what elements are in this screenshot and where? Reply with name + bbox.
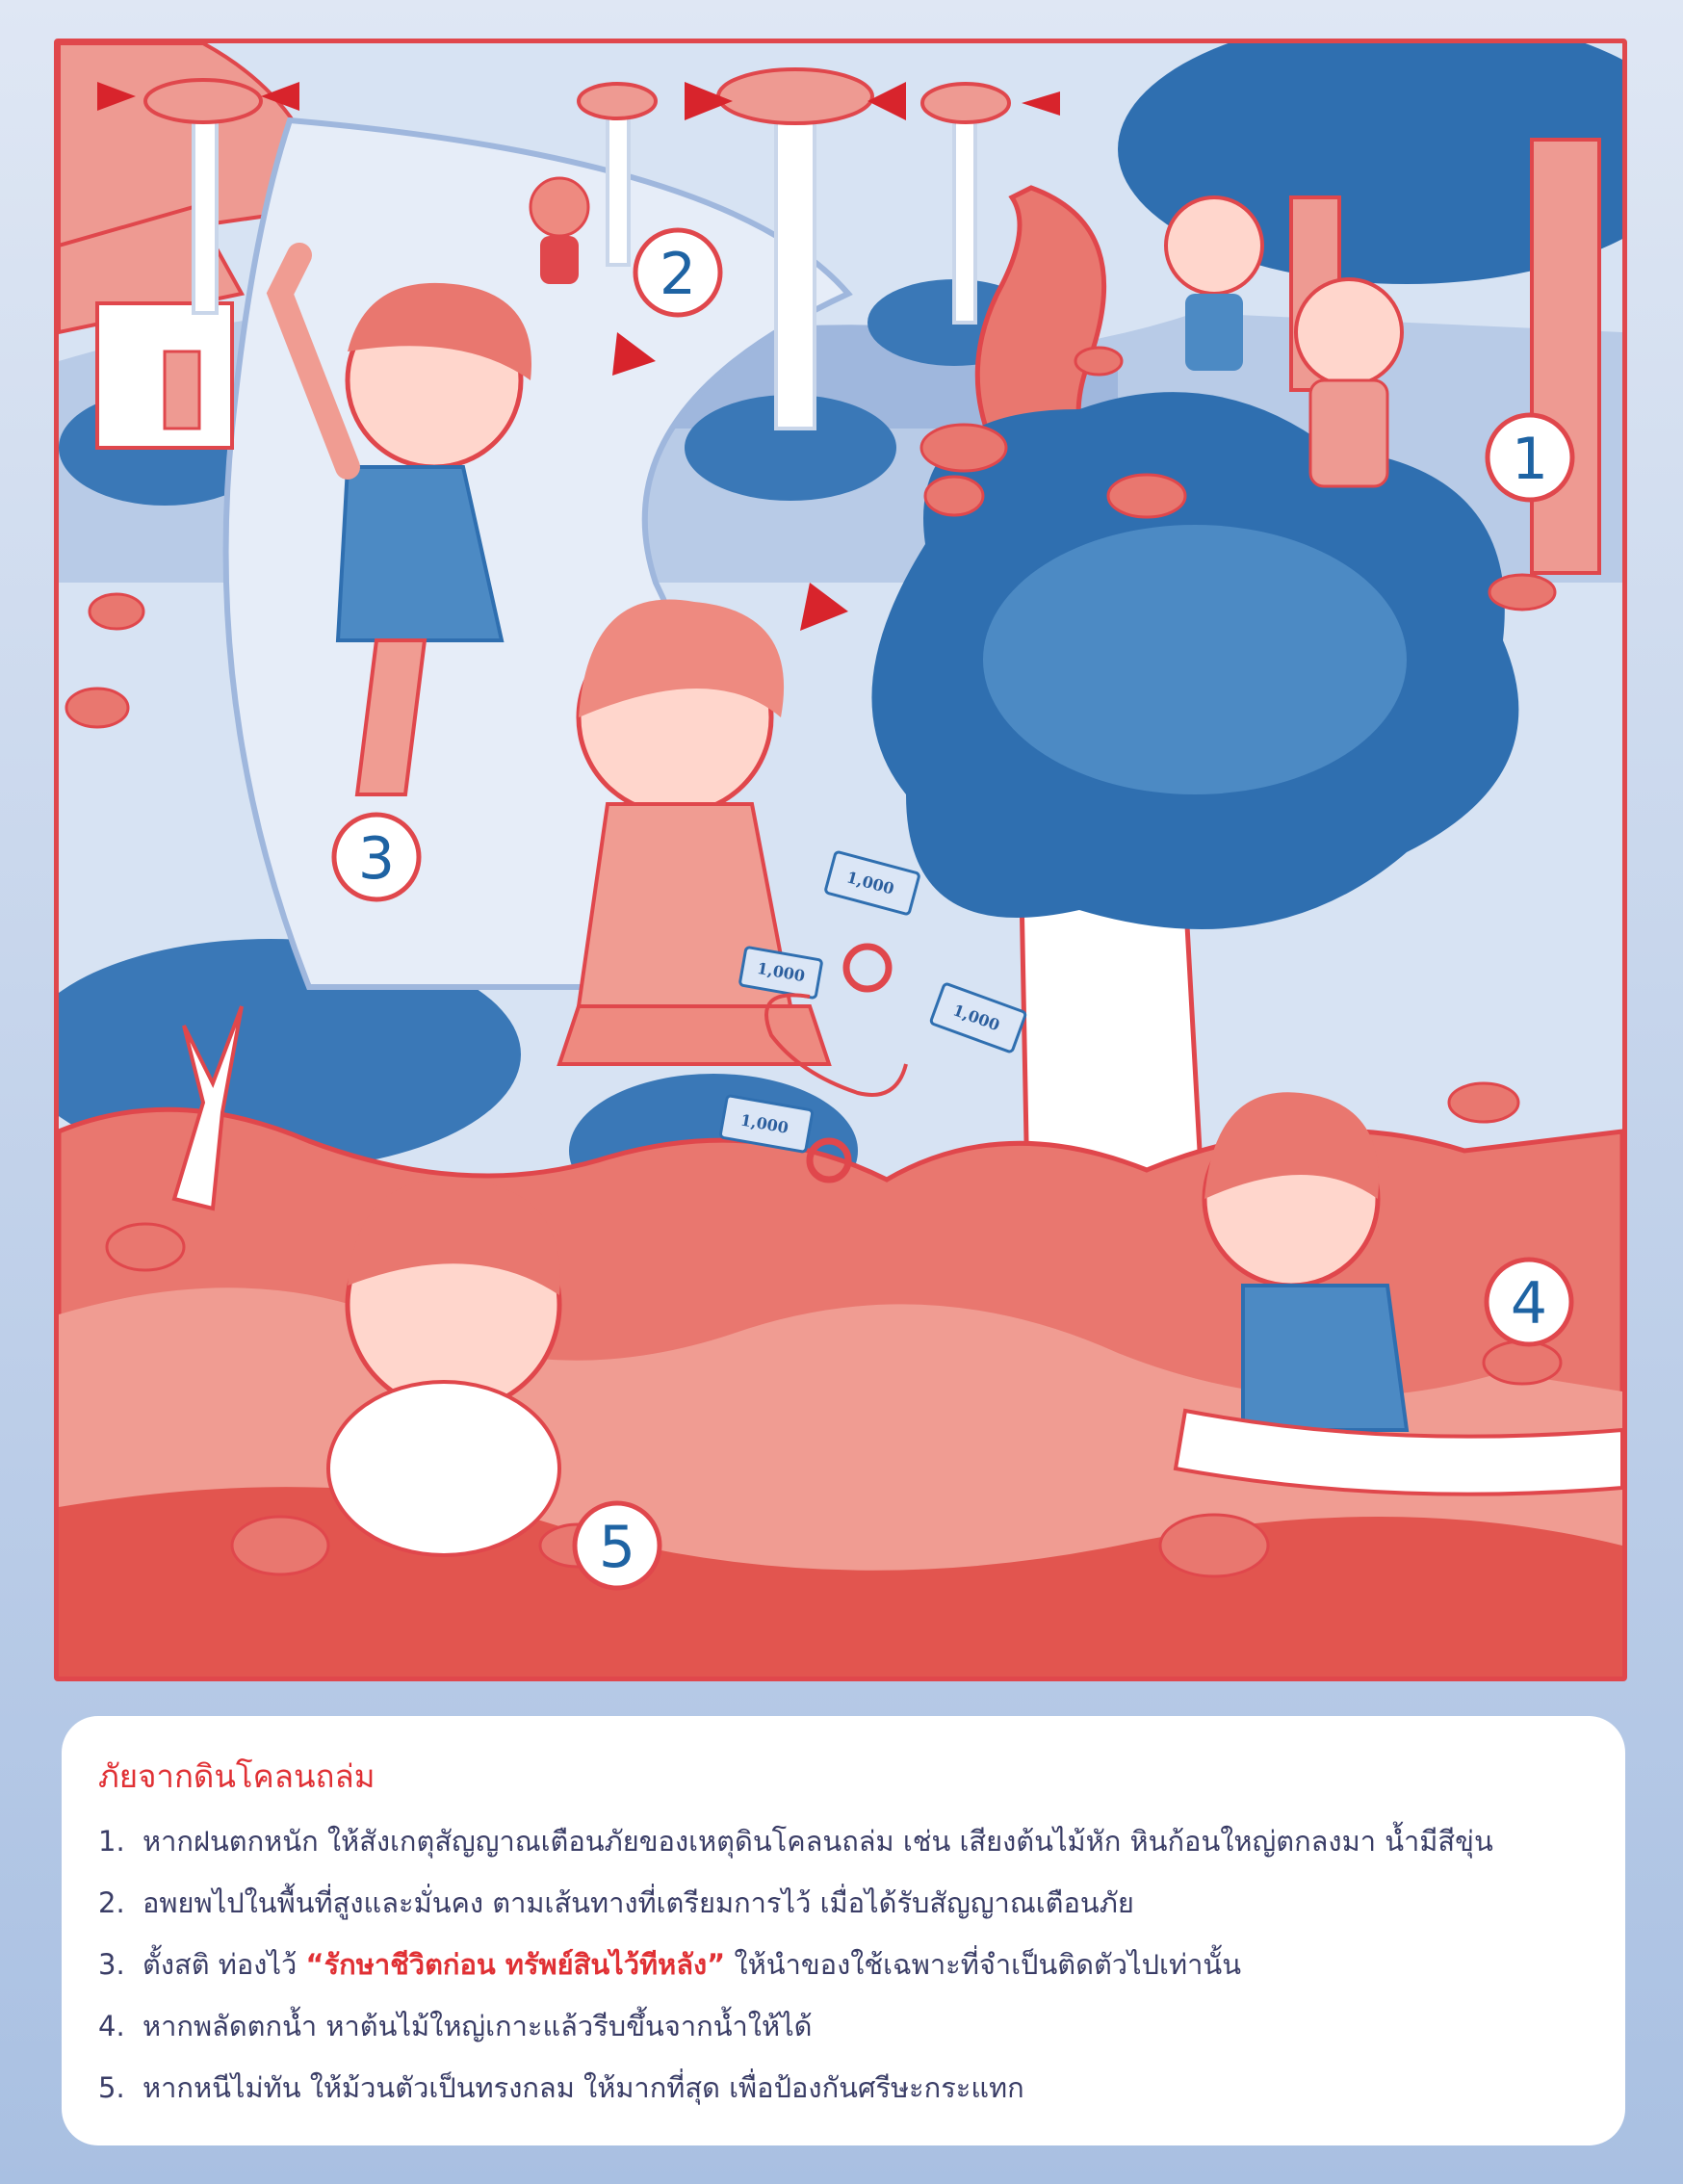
marker-5-label: 5 [599, 1514, 635, 1581]
tip-number: 3. [98, 1948, 125, 1981]
marker-3-label: 3 [358, 825, 395, 893]
marker-3: 3 [331, 812, 422, 902]
tip-number: 1. [98, 1825, 125, 1858]
tip-text: หากฝนตกหนัก ให้สังเกตุสัญญาณเตือนภัยของเ… [142, 1825, 1493, 1858]
tip-item: 4. หากพลัดตกน้ำ หาต้นไม้ใหญ่เกาะแล้วรีบข… [98, 2004, 1589, 2048]
marker-2: 2 [633, 227, 723, 318]
panel-title: ภัยจากดินโคลนถล่ม [98, 1757, 375, 1795]
marker-1: 1 [1485, 412, 1575, 503]
tip-item: 1. หากฝนตกหนัก ให้สังเกตุสัญญาณเตือนภัยข… [98, 1819, 1589, 1863]
marker-4: 4 [1484, 1257, 1574, 1347]
landslide-illustration: 1,000 1,000 1,000 1,000 1 2 3 4 5 [54, 39, 1627, 1681]
tip-text: ตั้งสติ ท่องไว้ “รักษาชีวิตก่อน ทรัพย์สิ… [142, 1942, 1589, 1987]
tip-text: อพยพไปในพื้นที่สูงและมั่นคง ตามเส้นทางที… [142, 1886, 1134, 1919]
tip-item: 5. หากหนีไม่ทัน ให้ม้วนตัวเป็นทรงกลม ให้… [98, 2066, 1589, 2110]
safety-tips-panel: ภัยจากดินโคลนถล่ม 1. หากฝนตกหนัก ให้สังเ… [62, 1716, 1625, 2145]
tips-list: 1. หากฝนตกหนัก ให้สังเกตุสัญญาณเตือนภัยข… [98, 1819, 1589, 2110]
tip-item: 3. ตั้งสติ ท่องไว้ “รักษาชีวิตก่อน ทรัพย… [98, 1942, 1589, 1987]
marker-2-label: 2 [660, 241, 696, 308]
illustration-canvas: 1,000 1,000 1,000 1,000 1 2 3 4 5 [59, 43, 1622, 1677]
marker-1-label: 1 [1512, 426, 1548, 493]
tip-text: หากพลัดตกน้ำ หาต้นไม้ใหญ่เกาะแล้วรีบขึ้น… [142, 2010, 813, 2042]
tip-prefix: ตั้งสติ ท่องไว้ [142, 1948, 306, 1981]
tip-text: หากหนีไม่ทัน ให้ม้วนตัวเป็นทรงกลม ให้มาก… [142, 2071, 1024, 2104]
tip-number: 4. [98, 2010, 125, 2042]
marker-5: 5 [572, 1500, 662, 1591]
tip-number: 2. [98, 1886, 125, 1919]
tip-slogan: “รักษาชีวิตก่อน ทรัพย์สินไว้ทีหลัง” [305, 1948, 726, 1981]
tip-number: 5. [98, 2071, 125, 2104]
tip-suffix: ให้นำของใช้เฉพาะที่จำเป็นติดตัวไปเท่านั้… [725, 1948, 1242, 1981]
tip-item: 2. อพยพไปในพื้นที่สูงและมั่นคง ตามเส้นทา… [98, 1881, 1589, 1925]
marker-4-label: 4 [1511, 1270, 1547, 1338]
